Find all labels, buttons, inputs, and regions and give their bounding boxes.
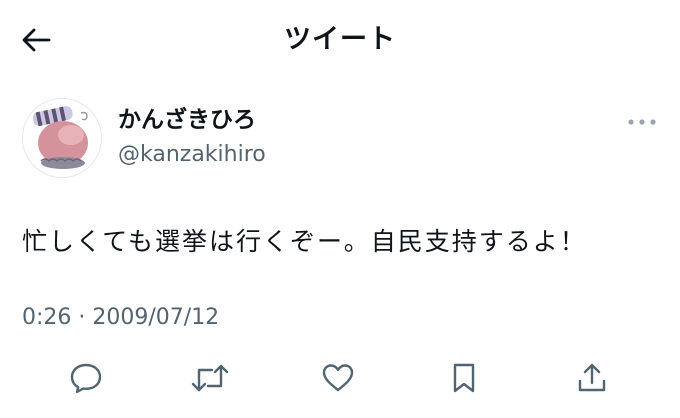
page-title: ツイート [284,24,396,55]
comment-icon [70,363,102,394]
bookmark-icon [453,363,475,393]
retweet-button[interactable] [188,356,232,400]
avatar-illustration [23,99,101,177]
more-horizontal-icon [628,119,656,125]
tweet-actions [0,356,680,400]
author-display-name[interactable]: かんざきひろ [118,104,256,136]
reply-button[interactable] [64,356,108,400]
avatar[interactable] [22,98,102,178]
share-button[interactable] [570,356,614,400]
bookmark-button[interactable] [442,356,486,400]
author-handle[interactable]: @kanzakihiro [118,140,266,170]
share-icon [578,363,606,392]
tweet-timestamp[interactable]: 0:26 · 2009/07/12 [22,302,219,334]
heart-icon [322,364,354,392]
more-options-button[interactable] [620,106,664,138]
like-button[interactable] [316,356,360,400]
tweet-text: 忙しくても選挙は行くぞー。自民支持するよ！ [22,227,587,256]
retweet-icon [191,364,229,392]
top-bar: ツイート [0,0,680,78]
